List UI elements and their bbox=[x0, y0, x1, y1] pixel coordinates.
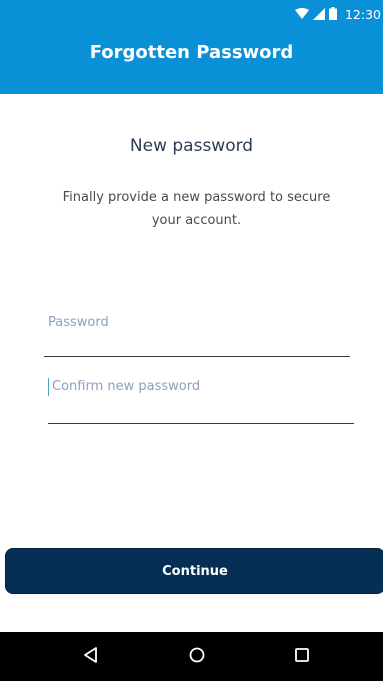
battery-icon bbox=[328, 5, 337, 24]
recent-apps-button[interactable] bbox=[291, 646, 313, 668]
status-bar: 12:30 bbox=[294, 4, 381, 24]
back-button[interactable] bbox=[80, 646, 102, 668]
continue-button[interactable]: Continue bbox=[5, 548, 383, 594]
home-icon bbox=[188, 646, 206, 668]
screen-heading: New password bbox=[129, 136, 254, 156]
wifi-icon bbox=[294, 5, 309, 24]
password-input[interactable] bbox=[44, 310, 354, 334]
screen-description: Finally provide a new password to secure… bbox=[62, 190, 331, 228]
text-cursor bbox=[48, 378, 49, 396]
password-field[interactable] bbox=[44, 310, 354, 357]
page-title: Forgotten Password bbox=[89, 42, 294, 63]
signal-icon bbox=[312, 5, 325, 24]
app-bar: 12:30 Forgotten Password bbox=[0, 0, 383, 94]
confirm-password-field[interactable] bbox=[48, 374, 358, 424]
recent-apps-icon bbox=[293, 646, 311, 668]
navigation-bar bbox=[0, 632, 383, 681]
back-icon bbox=[82, 646, 100, 668]
confirm-password-input[interactable] bbox=[48, 374, 358, 398]
home-button[interactable] bbox=[186, 646, 208, 668]
status-time: 12:30 bbox=[344, 6, 381, 22]
